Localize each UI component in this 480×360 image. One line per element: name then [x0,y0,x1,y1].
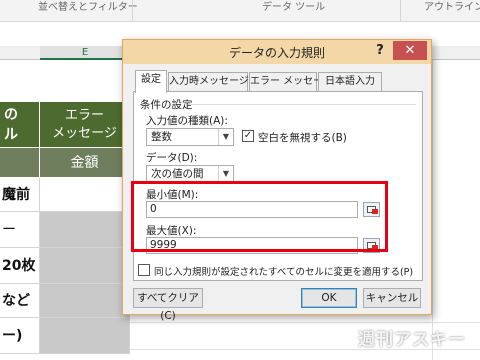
data-label: データ(D): [146,152,198,164]
clear-all-button[interactable]: すべてクリア(C) [133,288,203,322]
chevron-down-icon[interactable]: ▼ [218,129,233,145]
gridline [432,60,433,360]
data-cell[interactable] [40,318,130,354]
gridline [130,322,480,323]
subheader-cell-amount[interactable]: 金額 [40,148,130,178]
chevron-down-icon[interactable]: ▼ [218,166,233,182]
header-cell-left[interactable]: の ル [0,102,40,148]
ribbon-group-data-tools: データ ツール [262,2,326,13]
data-cell[interactable] [40,284,130,318]
row-label[interactable]: 20枚 [0,248,40,284]
ribbon-separator [400,0,401,22]
subheader-cell-left[interactable] [0,148,40,178]
ribbon-group-sort-filter: 並べ替えとフィルター [38,2,138,13]
data-cell[interactable] [40,178,130,212]
ribbon-separator [132,0,133,22]
header-cell-error-message[interactable]: エラー メッセージ [40,102,130,148]
tab-input-message[interactable]: 入力時メッセージ [168,72,249,92]
data-operator-value: 次の値の間 [151,168,204,180]
tab-error-alert[interactable]: エラー メッセージ [249,72,333,92]
column-header-e[interactable]: E [40,46,130,60]
dialog-titlebar[interactable]: データの入力規則 ? ✕ [123,40,431,64]
data-cell[interactable] [40,212,130,248]
row-label[interactable]: 魔前 [0,178,40,212]
row-label[interactable]: ー [0,212,40,248]
cancel-button[interactable]: キャンセル [363,288,421,308]
section-title: 条件の設定 [140,99,193,111]
section-divider [188,104,416,105]
tab-settings[interactable]: 設定 [135,70,167,93]
row-label[interactable]: ー) [0,318,40,354]
apply-all-label[interactable]: 同じ入力規則が設定されたすべてのセルに変更を適用する(P) [154,264,413,278]
watermark-logo: 週刊アスキー [358,330,466,350]
tab-ime-mode[interactable]: 日本語入力 [318,72,382,92]
close-button[interactable]: ✕ [393,41,427,60]
highlight-box [131,181,388,252]
apply-all-checkbox[interactable] [138,264,150,276]
ribbon-group-outline: アウトライン [424,2,480,13]
allow-select-value: 整数 [151,131,172,143]
allow-label: 入力値の種類(A): [146,115,228,127]
ignore-blank-checkbox[interactable]: ✓ [242,130,254,142]
ignore-blank-label[interactable]: 空白を無視する(B) [258,130,347,145]
help-button[interactable]: ? [371,42,389,60]
data-cell[interactable] [40,248,130,284]
ok-button[interactable]: OK [301,288,357,308]
row-label[interactable]: など [0,284,40,318]
allow-select[interactable]: 整数 ▼ [146,128,234,146]
data-validation-dialog: データの入力規則 ? ✕ 設定 入力時メッセージ エラー メッセージ 日本語入力… [122,39,432,322]
ribbon: 並べ替えとフィルター データ ツール アウトライン [0,0,480,22]
